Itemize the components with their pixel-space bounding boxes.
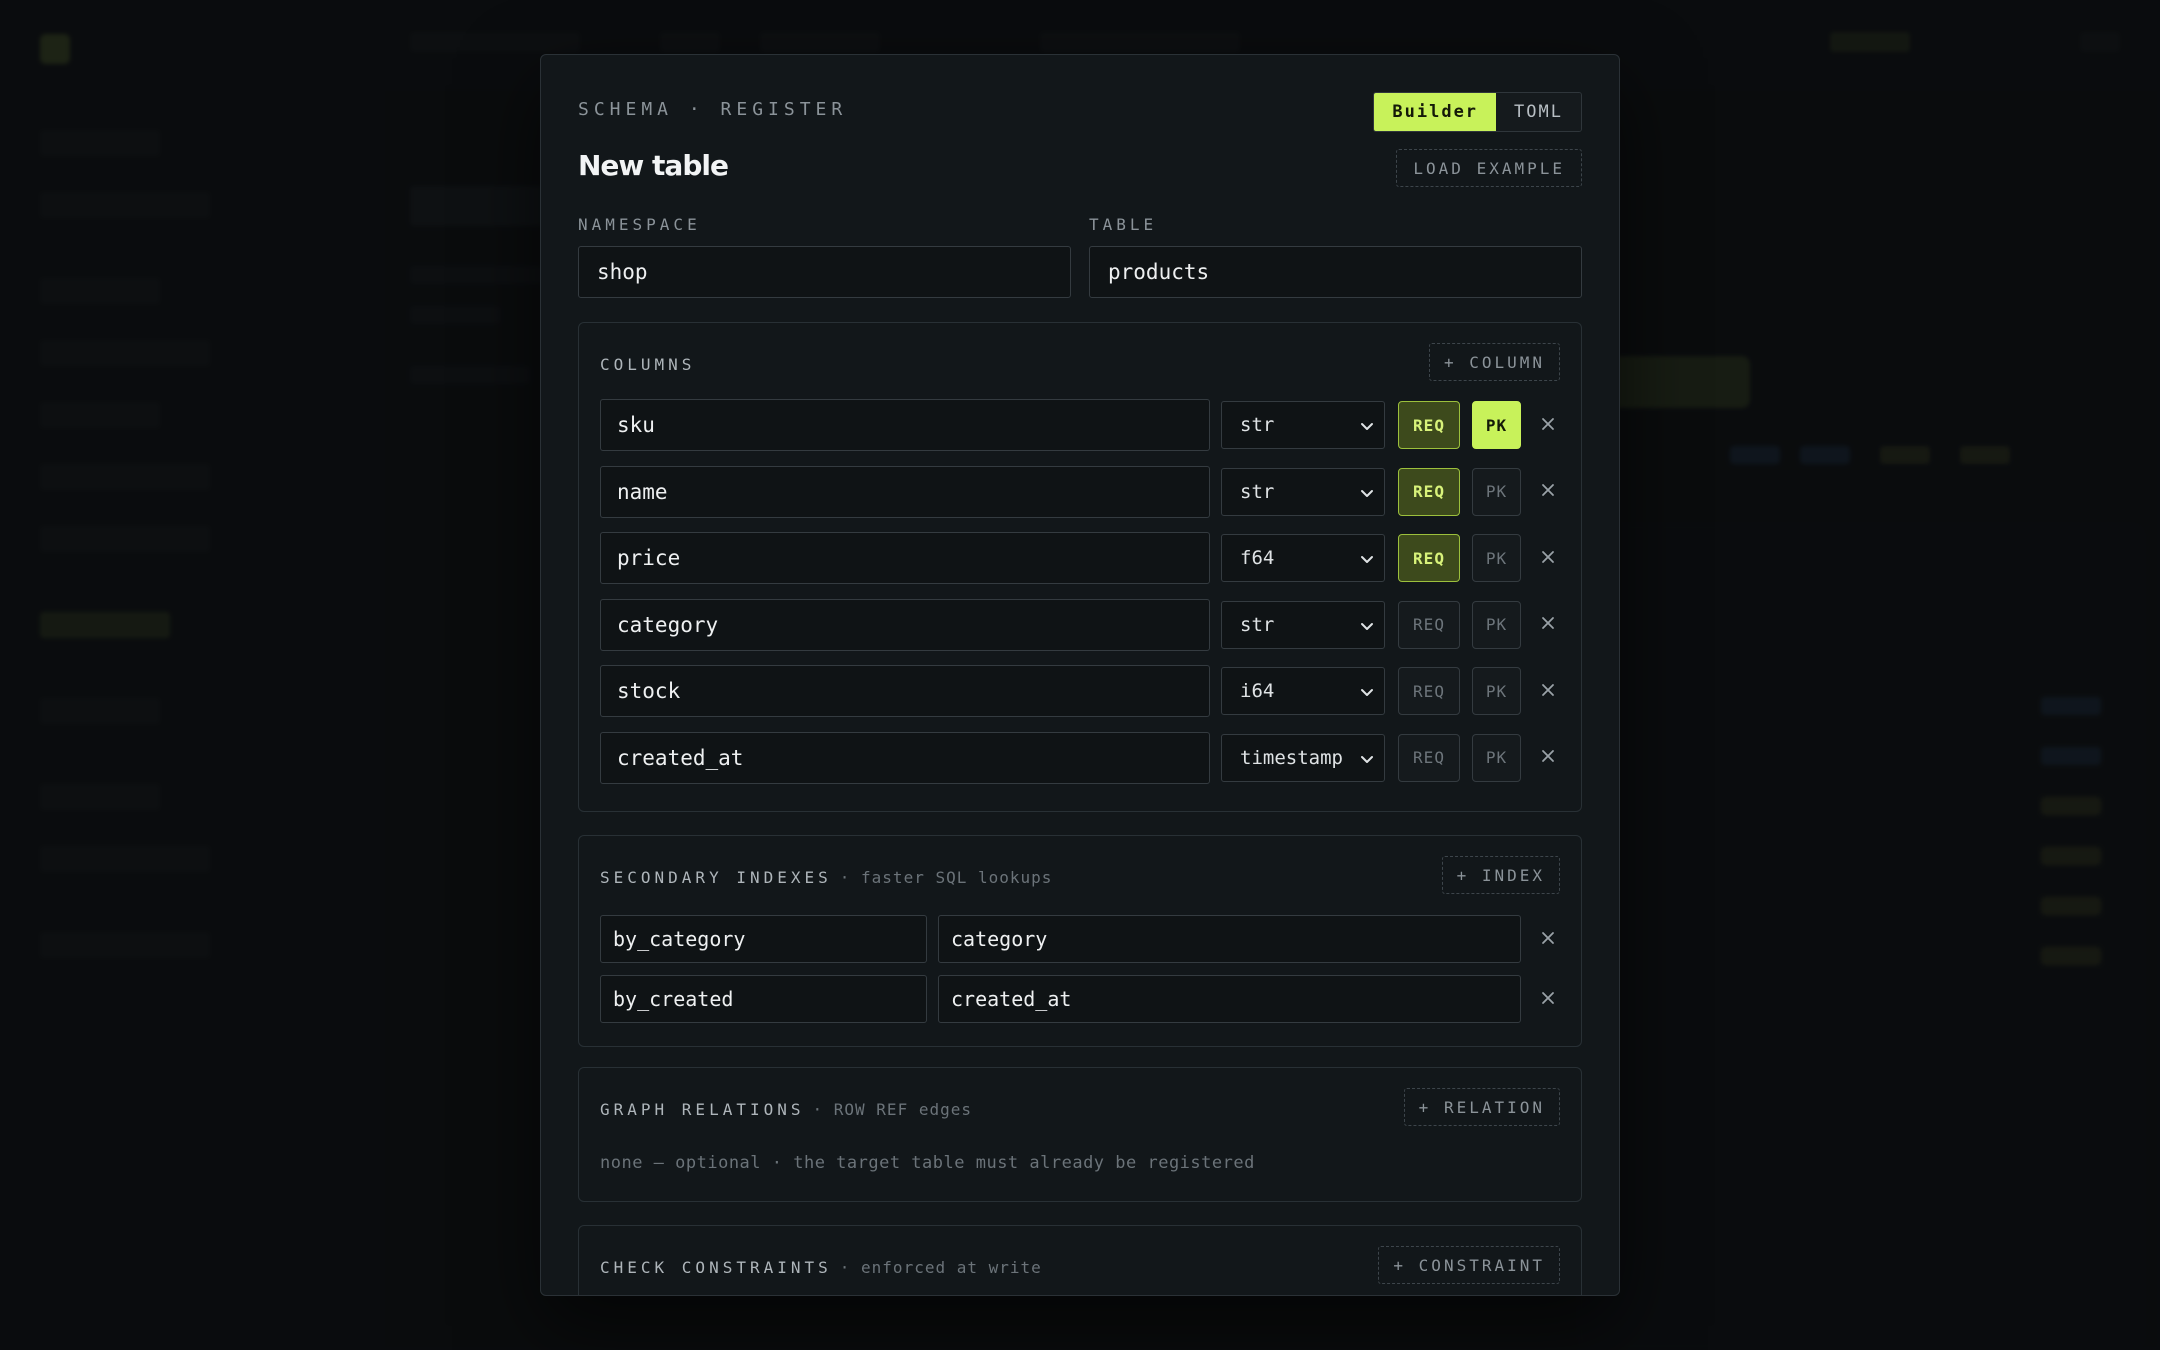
required-toggle[interactable]: REQ — [1398, 600, 1460, 649]
builder-mode-button[interactable]: Builder — [1374, 93, 1497, 131]
column-type-value: f64 — [1240, 547, 1275, 569]
remove-column-button[interactable] — [1534, 611, 1562, 639]
column-row: str REQPK — [600, 465, 1562, 518]
column-type-select[interactable]: str — [1221, 467, 1385, 516]
column-type-value: str — [1240, 613, 1275, 636]
indexes-title: SECONDARY INDEXES — [600, 868, 832, 887]
constraints-title: CHECK CONSTRAINTS — [600, 1258, 832, 1277]
toml-mode-button[interactable]: TOML — [1496, 93, 1581, 131]
column-name-input[interactable] — [600, 598, 1210, 651]
column-name-input[interactable] — [600, 532, 1210, 584]
close-icon — [1541, 931, 1555, 948]
close-icon — [1541, 617, 1555, 633]
required-toggle[interactable]: REQ — [1398, 534, 1460, 582]
close-icon — [1541, 683, 1555, 700]
remove-column-button[interactable] — [1534, 478, 1562, 506]
column-name-input[interactable] — [600, 665, 1210, 717]
constraints-heading: CHECK CONSTRAINTS · enforced at write — [600, 1258, 1042, 1277]
table-label: TABLE — [1089, 215, 1158, 234]
namespace-label: NAMESPACE — [578, 215, 701, 234]
relations-heading: GRAPH RELATIONS · ROW REF edges — [600, 1100, 972, 1119]
modal-title: New table — [578, 149, 729, 182]
index-column-input[interactable] — [938, 915, 1521, 963]
column-row: timestamp REQPK — [600, 731, 1562, 784]
column-row: str REQPK — [600, 399, 1562, 451]
remove-index-button[interactable] — [1534, 925, 1562, 953]
column-name-input[interactable] — [600, 465, 1210, 518]
add-index-button[interactable]: + INDEX — [1441, 856, 1560, 894]
primary-key-toggle[interactable]: PK — [1472, 600, 1521, 649]
indexes-heading: SECONDARY INDEXES · faster SQL lookups — [600, 868, 1052, 887]
columns-section: COLUMNS + COLUMN strREQPKstrREQPKf64REQP… — [578, 322, 1582, 812]
primary-key-toggle[interactable]: PK — [1472, 733, 1521, 782]
column-row: f64 REQPK — [600, 532, 1562, 584]
close-icon — [1541, 550, 1555, 567]
column-type-select[interactable]: str — [1221, 401, 1385, 449]
index-row — [600, 915, 1562, 963]
constraints-subtitle: · enforced at write — [839, 1258, 1042, 1277]
relations-section: GRAPH RELATIONS · ROW REF edges + RELATIO… — [578, 1067, 1582, 1202]
remove-index-button[interactable] — [1534, 985, 1562, 1013]
column-type-select[interactable]: timestamp — [1221, 733, 1385, 782]
remove-column-button[interactable] — [1534, 544, 1562, 572]
index-name-input[interactable] — [600, 975, 927, 1023]
column-row: str REQPK — [600, 598, 1562, 651]
index-row — [600, 975, 1562, 1023]
required-toggle[interactable]: REQ — [1398, 401, 1460, 449]
table-input[interactable] — [1089, 246, 1582, 298]
remove-column-button[interactable] — [1534, 677, 1562, 705]
chevron-down-icon — [1361, 622, 1373, 630]
close-icon — [1541, 417, 1555, 434]
column-type-select[interactable]: str — [1221, 600, 1385, 649]
chevron-down-icon — [1361, 556, 1373, 563]
primary-key-toggle[interactable]: PK — [1472, 667, 1521, 715]
primary-key-toggle[interactable]: PK — [1472, 401, 1521, 449]
close-icon — [1541, 991, 1555, 1008]
modal-eyebrow: SCHEMA · REGISTER — [578, 99, 848, 120]
column-type-value: i64 — [1240, 680, 1275, 702]
close-icon — [1541, 484, 1555, 500]
column-row: i64 REQPK — [600, 665, 1562, 717]
add-constraint-button[interactable]: + CONSTRAINT — [1378, 1246, 1560, 1284]
chevron-down-icon — [1361, 755, 1373, 763]
close-icon — [1541, 750, 1555, 766]
column-type-select[interactable]: f64 — [1221, 534, 1385, 582]
column-type-value: str — [1240, 414, 1275, 436]
new-table-modal: SCHEMA · REGISTER Builder TOML New table… — [540, 54, 1620, 1296]
relations-title: GRAPH RELATIONS — [600, 1100, 805, 1119]
relations-empty-note: none — optional · the target table must … — [600, 1153, 1255, 1173]
primary-key-toggle[interactable]: PK — [1472, 467, 1521, 516]
column-name-input[interactable] — [600, 731, 1210, 784]
primary-key-toggle[interactable]: PK — [1472, 534, 1521, 582]
load-example-button[interactable]: LOAD EXAMPLE — [1396, 149, 1582, 187]
add-relation-button[interactable]: + RELATION — [1403, 1088, 1560, 1126]
relations-subtitle: · ROW REF edges — [812, 1100, 972, 1119]
add-column-button[interactable]: + COLUMN — [1428, 343, 1560, 381]
remove-column-button[interactable] — [1534, 411, 1562, 439]
required-toggle[interactable]: REQ — [1398, 667, 1460, 715]
column-name-input[interactable] — [600, 399, 1210, 451]
chevron-down-icon — [1361, 489, 1373, 497]
remove-column-button[interactable] — [1534, 744, 1562, 772]
column-type-value: timestamp — [1240, 746, 1343, 769]
required-toggle[interactable]: REQ — [1398, 467, 1460, 516]
index-column-input[interactable] — [938, 975, 1521, 1023]
column-type-select[interactable]: i64 — [1221, 667, 1385, 715]
indexes-subtitle: · faster SQL lookups — [839, 868, 1053, 887]
chevron-down-icon — [1361, 423, 1373, 430]
columns-heading: COLUMNS — [600, 355, 696, 374]
mode-toggle: Builder TOML — [1373, 92, 1582, 132]
column-type-value: str — [1240, 480, 1275, 503]
chevron-down-icon — [1361, 689, 1373, 696]
index-name-input[interactable] — [600, 915, 927, 963]
indexes-section: SECONDARY INDEXES · faster SQL lookups + … — [578, 835, 1582, 1047]
namespace-input[interactable] — [578, 246, 1071, 298]
constraints-section: CHECK CONSTRAINTS · enforced at write + C… — [578, 1225, 1582, 1295]
required-toggle[interactable]: REQ — [1398, 733, 1460, 782]
